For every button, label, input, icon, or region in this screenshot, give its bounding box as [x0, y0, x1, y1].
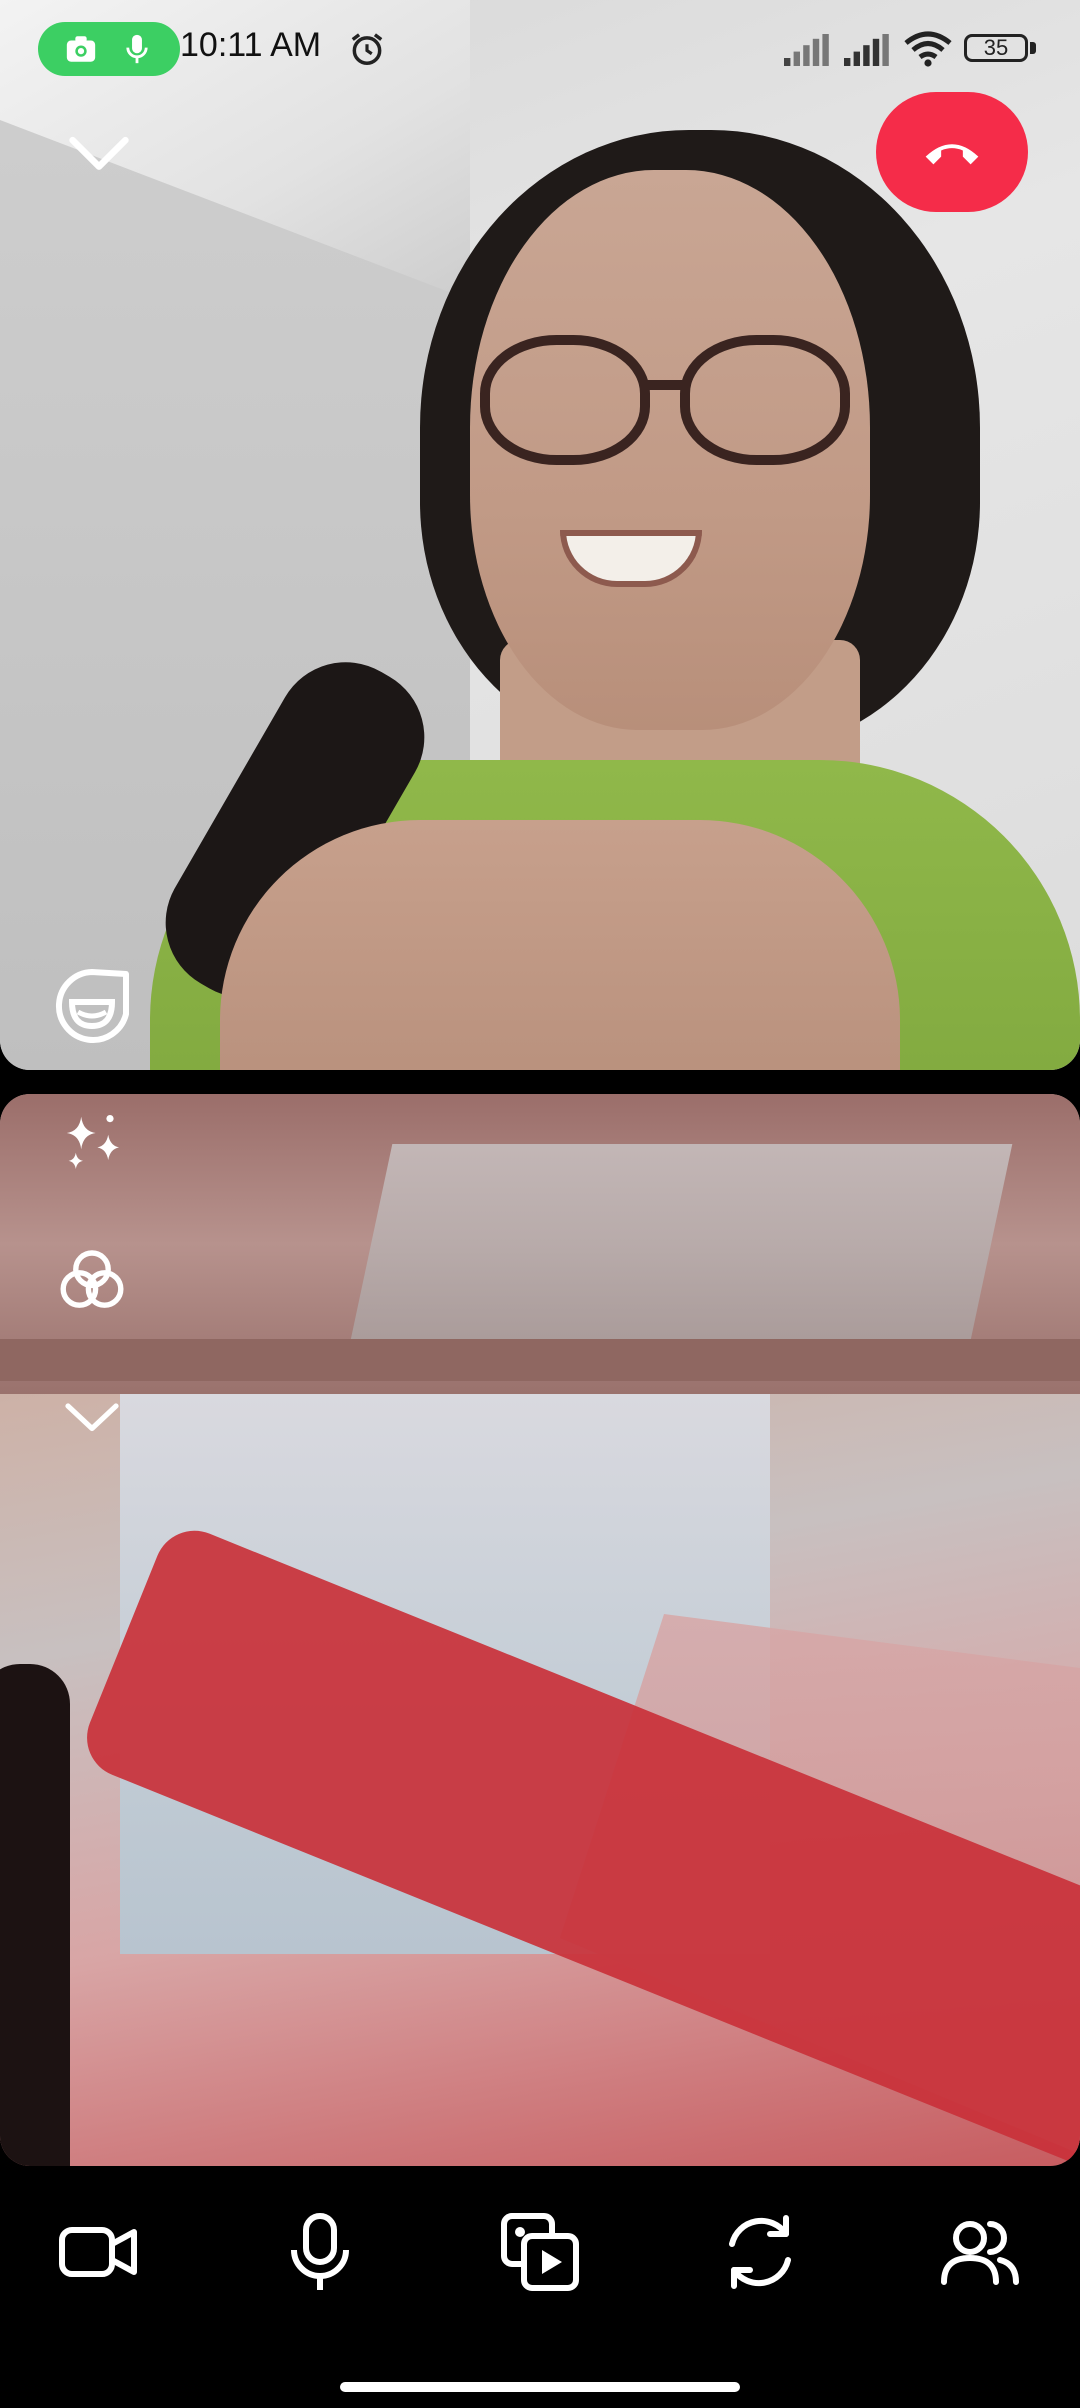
battery-indicator: 35: [964, 34, 1028, 62]
video-toggle-button[interactable]: [56, 2210, 140, 2294]
call-controls-bar: [0, 2180, 1080, 2340]
background-sign: [347, 1144, 1013, 1354]
home-indicator[interactable]: [340, 2382, 740, 2392]
alarm-clock-icon: [351, 33, 383, 65]
mic-icon: [126, 34, 148, 64]
video-call-screen: 10:11 AM 35: [0, 0, 1080, 2408]
phone-hangup-icon: [925, 144, 979, 165]
flip-camera-button[interactable]: [718, 2210, 802, 2294]
signal-strength-icon: [844, 34, 889, 66]
glasses-right-lens: [680, 335, 850, 465]
participants-button[interactable]: [938, 2210, 1022, 2294]
status-time: 10:11 AM: [180, 26, 322, 64]
camera-flip-icon: [729, 2215, 791, 2289]
signal-strength-icon: [784, 34, 829, 66]
sparkles-icon[interactable]: [56, 1106, 128, 1178]
glasses-bridge: [640, 380, 690, 390]
microphone-toggle-button[interactable]: [278, 2210, 362, 2294]
camera-icon: [66, 36, 96, 62]
remote-person-hand: [220, 820, 900, 1070]
background-beam: [0, 1339, 1080, 1381]
battery-tip: [1030, 42, 1036, 54]
media-share-icon: [501, 2213, 579, 2291]
people-icon: [941, 2221, 1019, 2285]
self-hair-edge: [0, 1664, 70, 2166]
share-media-button[interactable]: [498, 2210, 582, 2294]
status-bar: 10:11 AM 35: [0, 0, 1080, 100]
end-call-button[interactable]: [876, 92, 1028, 212]
self-video-feed[interactable]: [0, 1094, 1080, 2166]
glasses-left-lens: [480, 335, 650, 465]
sticker-face-icon[interactable]: [52, 966, 132, 1046]
chevron-down-icon[interactable]: [62, 1396, 122, 1440]
mic-icon: [291, 2213, 349, 2290]
filters-icon[interactable]: [56, 1244, 128, 1316]
battery-level: 35: [983, 35, 1009, 60]
video-camera-icon: [59, 2227, 137, 2277]
chevron-down-icon[interactable]: [66, 130, 132, 180]
recording-indicator-pill[interactable]: [38, 22, 180, 76]
wifi-icon: [904, 31, 952, 67]
